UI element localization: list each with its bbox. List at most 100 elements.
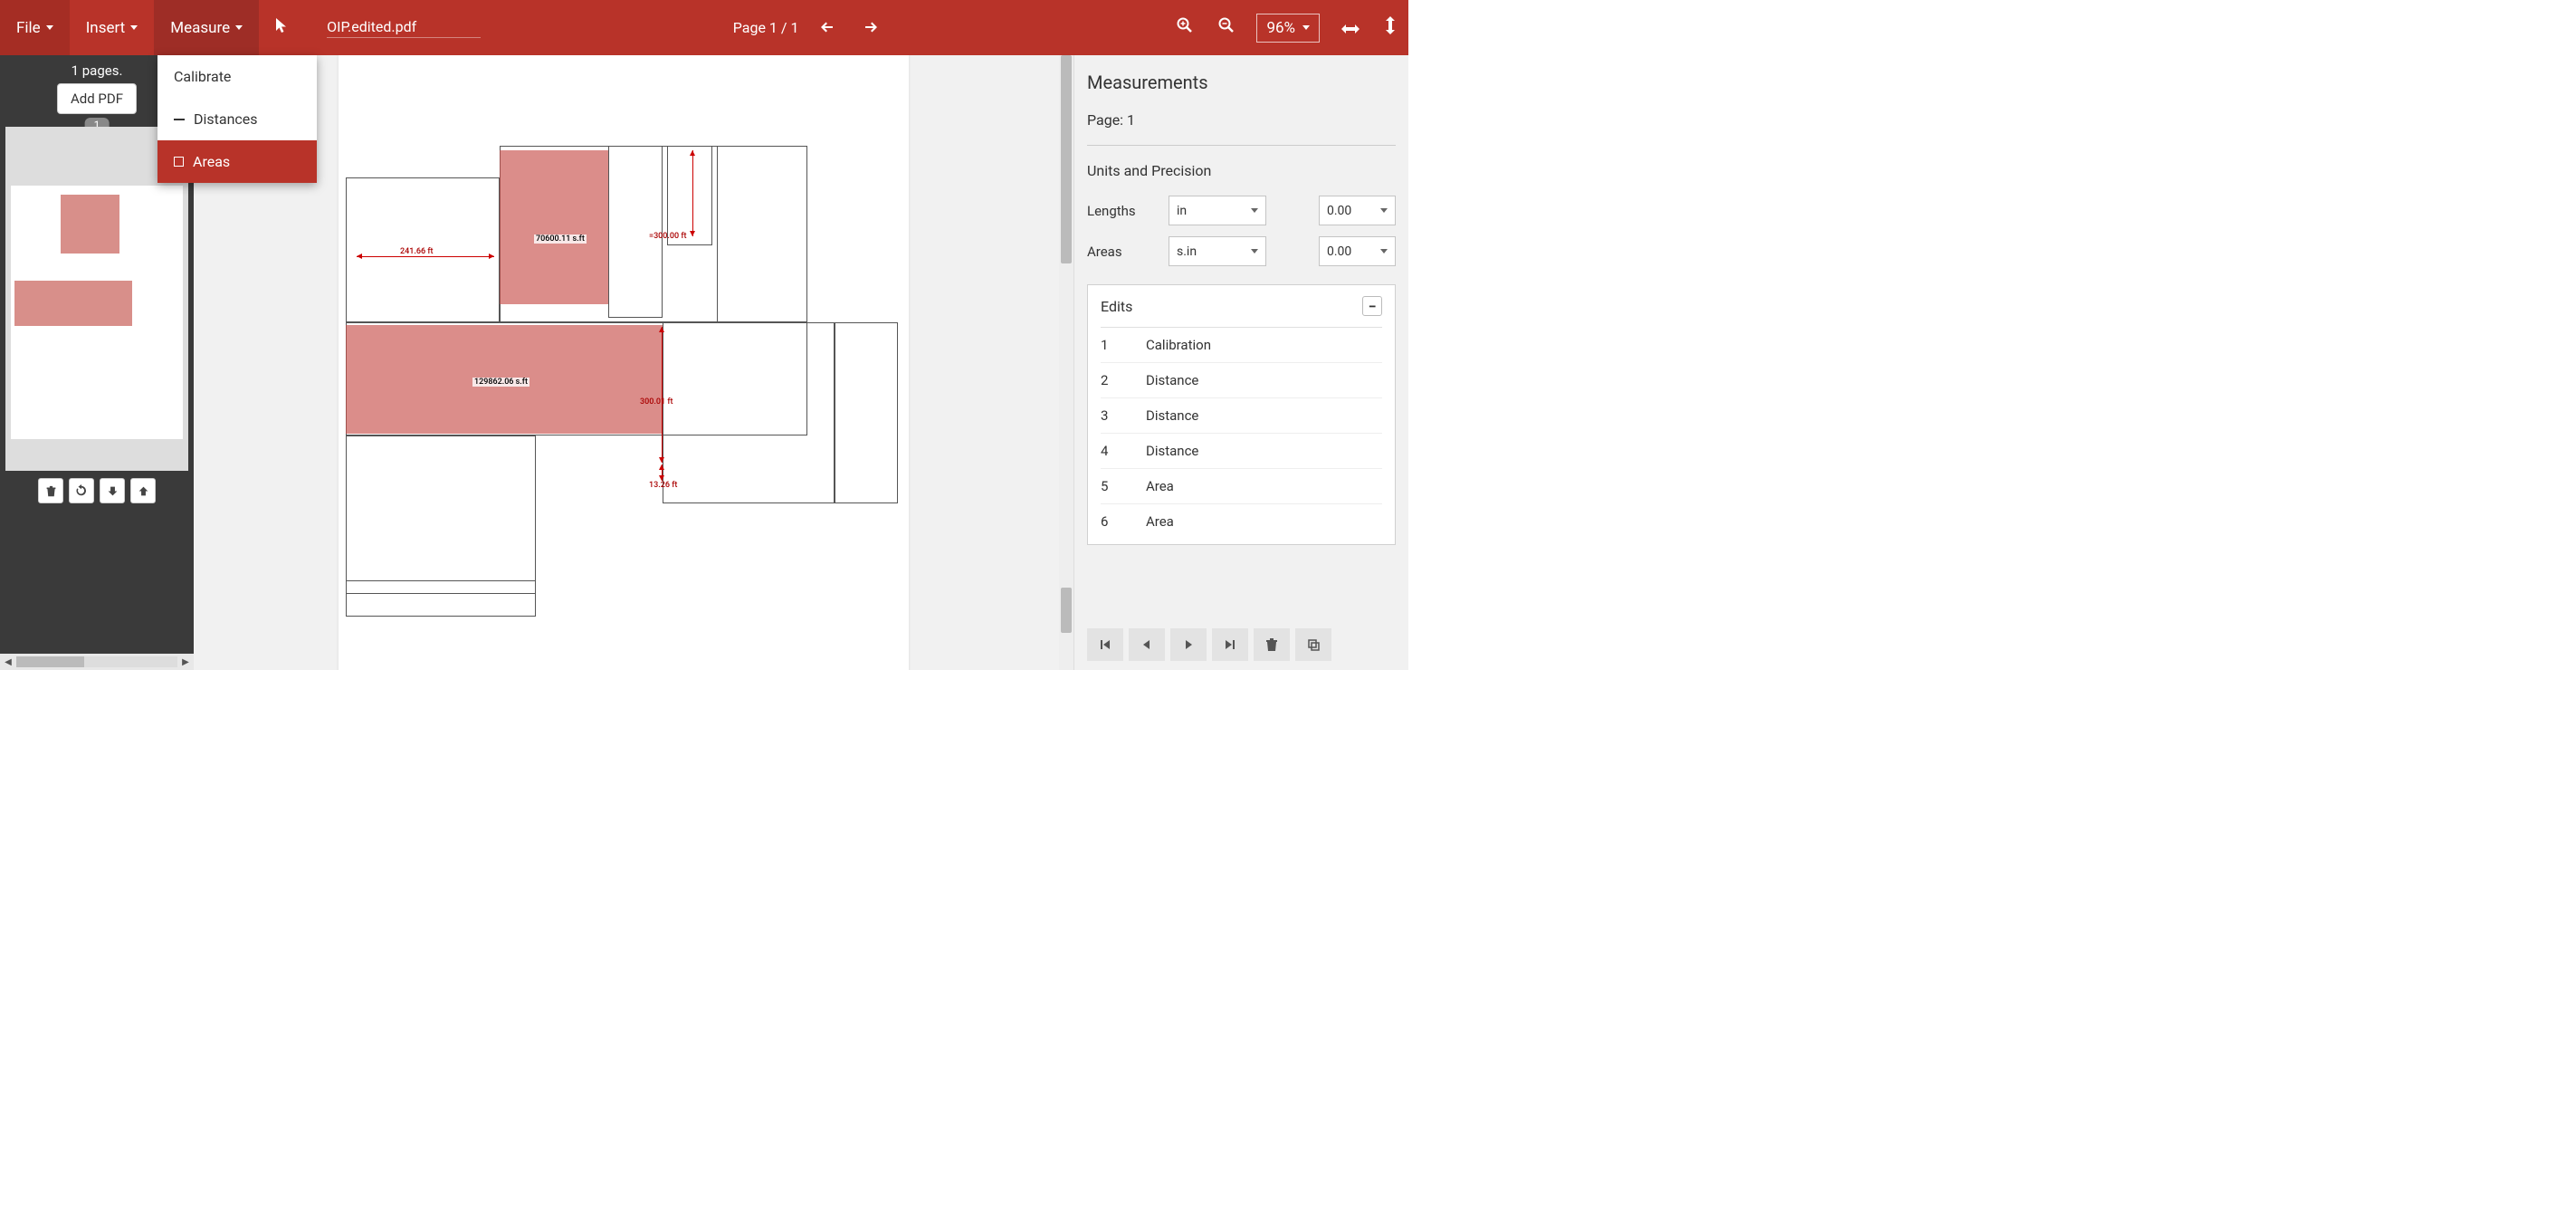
- edit-row[interactable]: 1Calibration: [1101, 327, 1382, 362]
- caret-down-icon: [1302, 25, 1310, 30]
- distance-label-2: 300.01 ft: [640, 397, 673, 407]
- zoom-level-value: 96%: [1266, 19, 1295, 37]
- canvas-vscroll[interactable]: [1059, 55, 1073, 670]
- panel-title: Measurements: [1087, 72, 1396, 93]
- caret-down-icon: [1380, 249, 1388, 254]
- lengths-precision-select[interactable]: 0.00: [1319, 196, 1396, 225]
- arrow-left-icon: [820, 20, 835, 34]
- menu-measure-label: Measure: [170, 19, 230, 37]
- trash-icon: [1264, 637, 1279, 652]
- areas-precision-select[interactable]: 0.00: [1319, 236, 1396, 266]
- zoom-level-select[interactable]: 96%: [1256, 14, 1320, 43]
- scroll-right-button[interactable]: ▶: [177, 654, 194, 670]
- dropdown-areas[interactable]: Areas: [157, 140, 317, 183]
- edit-type: Area: [1146, 513, 1174, 530]
- caret-down-icon: [1251, 249, 1258, 254]
- edit-number: 6: [1101, 513, 1146, 530]
- pointer-tool[interactable]: [259, 17, 304, 38]
- menu-file-label: File: [16, 19, 41, 37]
- distance-1[interactable]: [357, 256, 494, 257]
- cursor-icon: [275, 17, 288, 33]
- calibration-label: =300.00 ft: [649, 232, 687, 241]
- edit-number: 2: [1101, 372, 1146, 388]
- delete-edit-button[interactable]: [1254, 628, 1290, 661]
- edit-row[interactable]: 4Distance: [1101, 433, 1382, 468]
- square-icon: [174, 157, 184, 167]
- scroll-left-button[interactable]: ◀: [0, 654, 16, 670]
- units-section-title: Units and Precision: [1087, 162, 1396, 179]
- canvas-area[interactable]: 70600.11 s.ft 129862.06 s.ft 241.66 ft =…: [194, 55, 1073, 670]
- skip-last-icon: [1223, 637, 1237, 652]
- last-edit-button[interactable]: [1212, 628, 1248, 661]
- first-edit-button[interactable]: [1087, 628, 1123, 661]
- edit-number: 1: [1101, 337, 1146, 353]
- next-page-button[interactable]: [849, 17, 892, 39]
- areas-label: Areas: [193, 153, 230, 170]
- arrow-up-icon: [138, 485, 149, 497]
- lengths-unit-value: in: [1177, 204, 1187, 218]
- area-label-2: 129862.06 s.ft: [472, 378, 530, 387]
- menu-file[interactable]: File: [0, 0, 70, 55]
- delete-page-button[interactable]: [38, 478, 63, 503]
- distance-3[interactable]: [662, 464, 663, 481]
- edit-row[interactable]: 2Distance: [1101, 362, 1382, 397]
- fit-width-icon: [1341, 24, 1360, 34]
- move-down-button[interactable]: [100, 478, 125, 503]
- move-up-button[interactable]: [130, 478, 156, 503]
- top-toolbar: File Insert Measure OIP.edited.pdf Page …: [0, 0, 1408, 55]
- caret-down-icon: [46, 25, 53, 30]
- next-edit-button[interactable]: [1170, 628, 1207, 661]
- collapse-edits-button[interactable]: −: [1362, 296, 1382, 316]
- edit-number: 3: [1101, 407, 1146, 424]
- distance-label-3: 13.26 ft: [649, 481, 677, 490]
- calibration-line[interactable]: [692, 150, 693, 236]
- lengths-unit-select[interactable]: in: [1169, 196, 1266, 225]
- distance-2[interactable]: [662, 327, 663, 463]
- fit-width-button[interactable]: [1329, 17, 1372, 39]
- prev-page-button[interactable]: [806, 17, 849, 39]
- measure-dropdown: Calibrate Distances Areas: [157, 55, 317, 183]
- zoom-in-button[interactable]: [1164, 17, 1206, 38]
- areas-label: Areas: [1087, 244, 1150, 260]
- caret-down-icon: [235, 25, 243, 30]
- edit-row[interactable]: 6Area: [1101, 503, 1382, 539]
- lengths-precision-value: 0.00: [1327, 204, 1351, 218]
- arrow-right-icon: [863, 20, 878, 34]
- fit-height-icon: [1385, 16, 1396, 34]
- zoom-out-icon: [1218, 17, 1235, 33]
- dropdown-distances[interactable]: Distances: [157, 98, 317, 140]
- edits-panel: Edits − 1Calibration2Distance3Distance4D…: [1087, 284, 1396, 545]
- skip-first-icon: [1098, 637, 1112, 652]
- add-pdf-button[interactable]: Add PDF: [57, 83, 137, 114]
- copy-edit-button[interactable]: [1295, 628, 1331, 661]
- edit-type: Distance: [1146, 443, 1198, 459]
- edit-row[interactable]: 5Area: [1101, 468, 1382, 503]
- page-thumbnail-wrapper: 1: [0, 127, 194, 503]
- caret-down-icon: [1380, 208, 1388, 213]
- filename-field[interactable]: OIP.edited.pdf: [327, 18, 481, 38]
- edit-row[interactable]: 3Distance: [1101, 397, 1382, 433]
- caret-down-icon: [1251, 208, 1258, 213]
- dropdown-calibrate[interactable]: Calibrate: [157, 55, 317, 98]
- edit-type: Calibration: [1146, 337, 1211, 353]
- edits-nav-bar: [1087, 628, 1331, 661]
- line-icon: [174, 119, 185, 120]
- fit-height-button[interactable]: [1372, 16, 1408, 39]
- menu-measure[interactable]: Measure: [154, 0, 259, 55]
- rotate-page-button[interactable]: [69, 478, 94, 503]
- pdf-page: 70600.11 s.ft 129862.06 s.ft 241.66 ft =…: [339, 55, 909, 670]
- prev-edit-button[interactable]: [1129, 628, 1165, 661]
- areas-unit-select[interactable]: s.in: [1169, 236, 1266, 266]
- area-overlay-1[interactable]: [500, 150, 608, 304]
- calibrate-label: Calibrate: [174, 68, 231, 85]
- zoom-in-icon: [1177, 17, 1193, 33]
- zoom-out-button[interactable]: [1206, 17, 1247, 38]
- edit-type: Distance: [1146, 407, 1198, 424]
- sidebar-hscroll[interactable]: ◀ ▶: [0, 654, 194, 670]
- edit-type: Area: [1146, 478, 1174, 494]
- edits-title: Edits: [1101, 298, 1132, 315]
- menu-insert[interactable]: Insert: [70, 0, 155, 55]
- measurements-panel: Measurements Page: 1 Units and Precision…: [1073, 55, 1408, 670]
- area-label-1: 70600.11 s.ft: [534, 234, 587, 244]
- menu-insert-label: Insert: [86, 19, 126, 37]
